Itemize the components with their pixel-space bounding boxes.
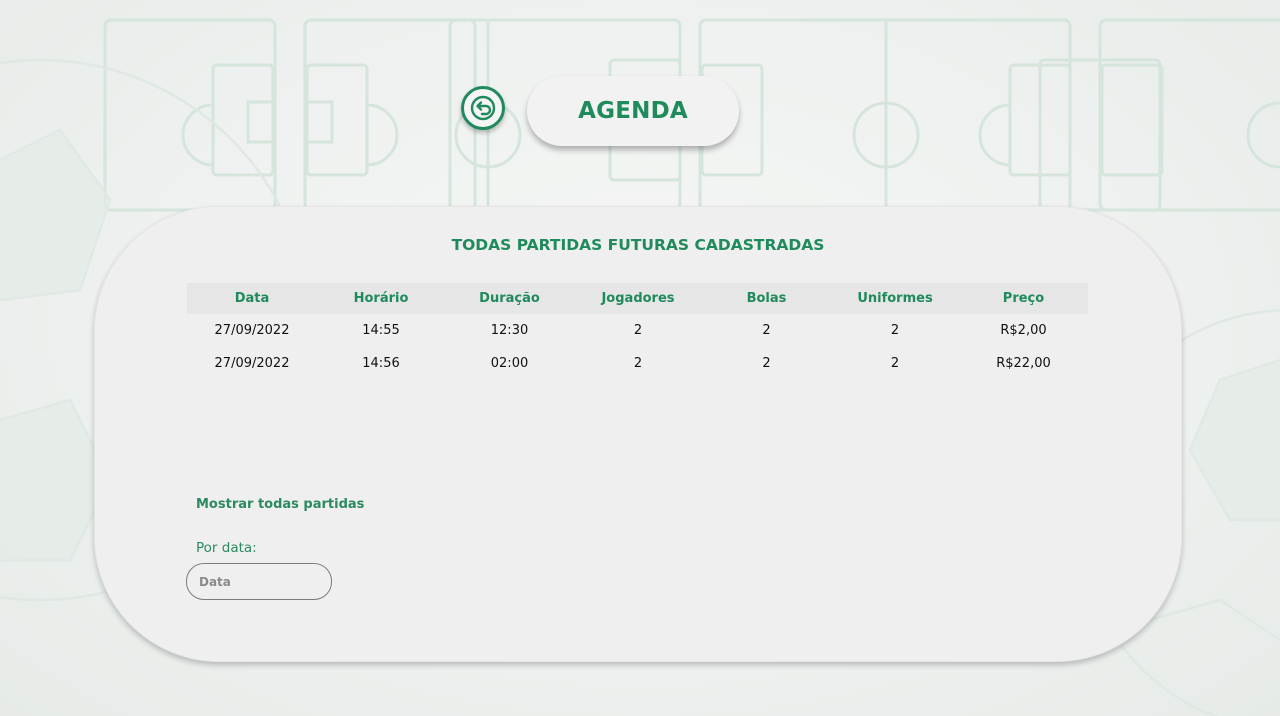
column-header-data: Data	[234, 291, 270, 306]
panel-title: TODAS PARTIDAS FUTURAS CADASTRADAS	[451, 236, 825, 254]
column-header-bolas: Bolas	[746, 291, 787, 306]
cell-bolas: 2	[762, 356, 771, 371]
page-title-pill: AGENDA	[527, 76, 739, 146]
table-row[interactable]: 27/09/2022 14:56 02:00 2 2 2 R$22,00	[187, 347, 1088, 380]
column-header-duracao: Duração	[479, 291, 540, 306]
column-header-horario: Horário	[353, 291, 409, 306]
cell-data: 27/09/2022	[214, 356, 290, 371]
cell-jogadores: 2	[633, 356, 643, 371]
matches-panel: TODAS PARTIDAS FUTURAS CADASTRADAS Data …	[94, 206, 1182, 662]
column-header-jogadores: Jogadores	[601, 291, 675, 306]
date-filter-label: Por data:	[196, 540, 257, 556]
show-all-matches-link[interactable]: Mostrar todas partidas	[196, 497, 364, 512]
back-arrow-icon	[470, 95, 496, 121]
cell-uniformes: 2	[890, 323, 900, 338]
cell-horario: 14:55	[362, 323, 400, 338]
date-filter-input[interactable]	[186, 563, 332, 600]
page-title: AGENDA	[578, 98, 688, 124]
cell-preco: R$2,00	[1000, 323, 1047, 338]
cell-jogadores: 2	[633, 323, 643, 338]
table-row[interactable]: 27/09/2022 14:55 12:30 2 2 2 R$2,00	[187, 314, 1088, 347]
table-header-row: Data Horário Duração Jogadores Bolas Uni…	[187, 283, 1088, 314]
column-header-preco: Preço	[1002, 291, 1045, 306]
cell-data: 27/09/2022	[214, 323, 290, 338]
cell-horario: 14:56	[362, 356, 400, 371]
cell-uniformes: 2	[890, 356, 900, 371]
back-button[interactable]	[461, 86, 505, 130]
cell-preco: R$22,00	[996, 356, 1051, 371]
column-header-uniformes: Uniformes	[857, 291, 933, 306]
cell-bolas: 2	[762, 323, 771, 338]
cell-duracao: 02:00	[490, 356, 529, 371]
matches-table: Data Horário Duração Jogadores Bolas Uni…	[187, 283, 1088, 380]
cell-duracao: 12:30	[490, 323, 529, 338]
